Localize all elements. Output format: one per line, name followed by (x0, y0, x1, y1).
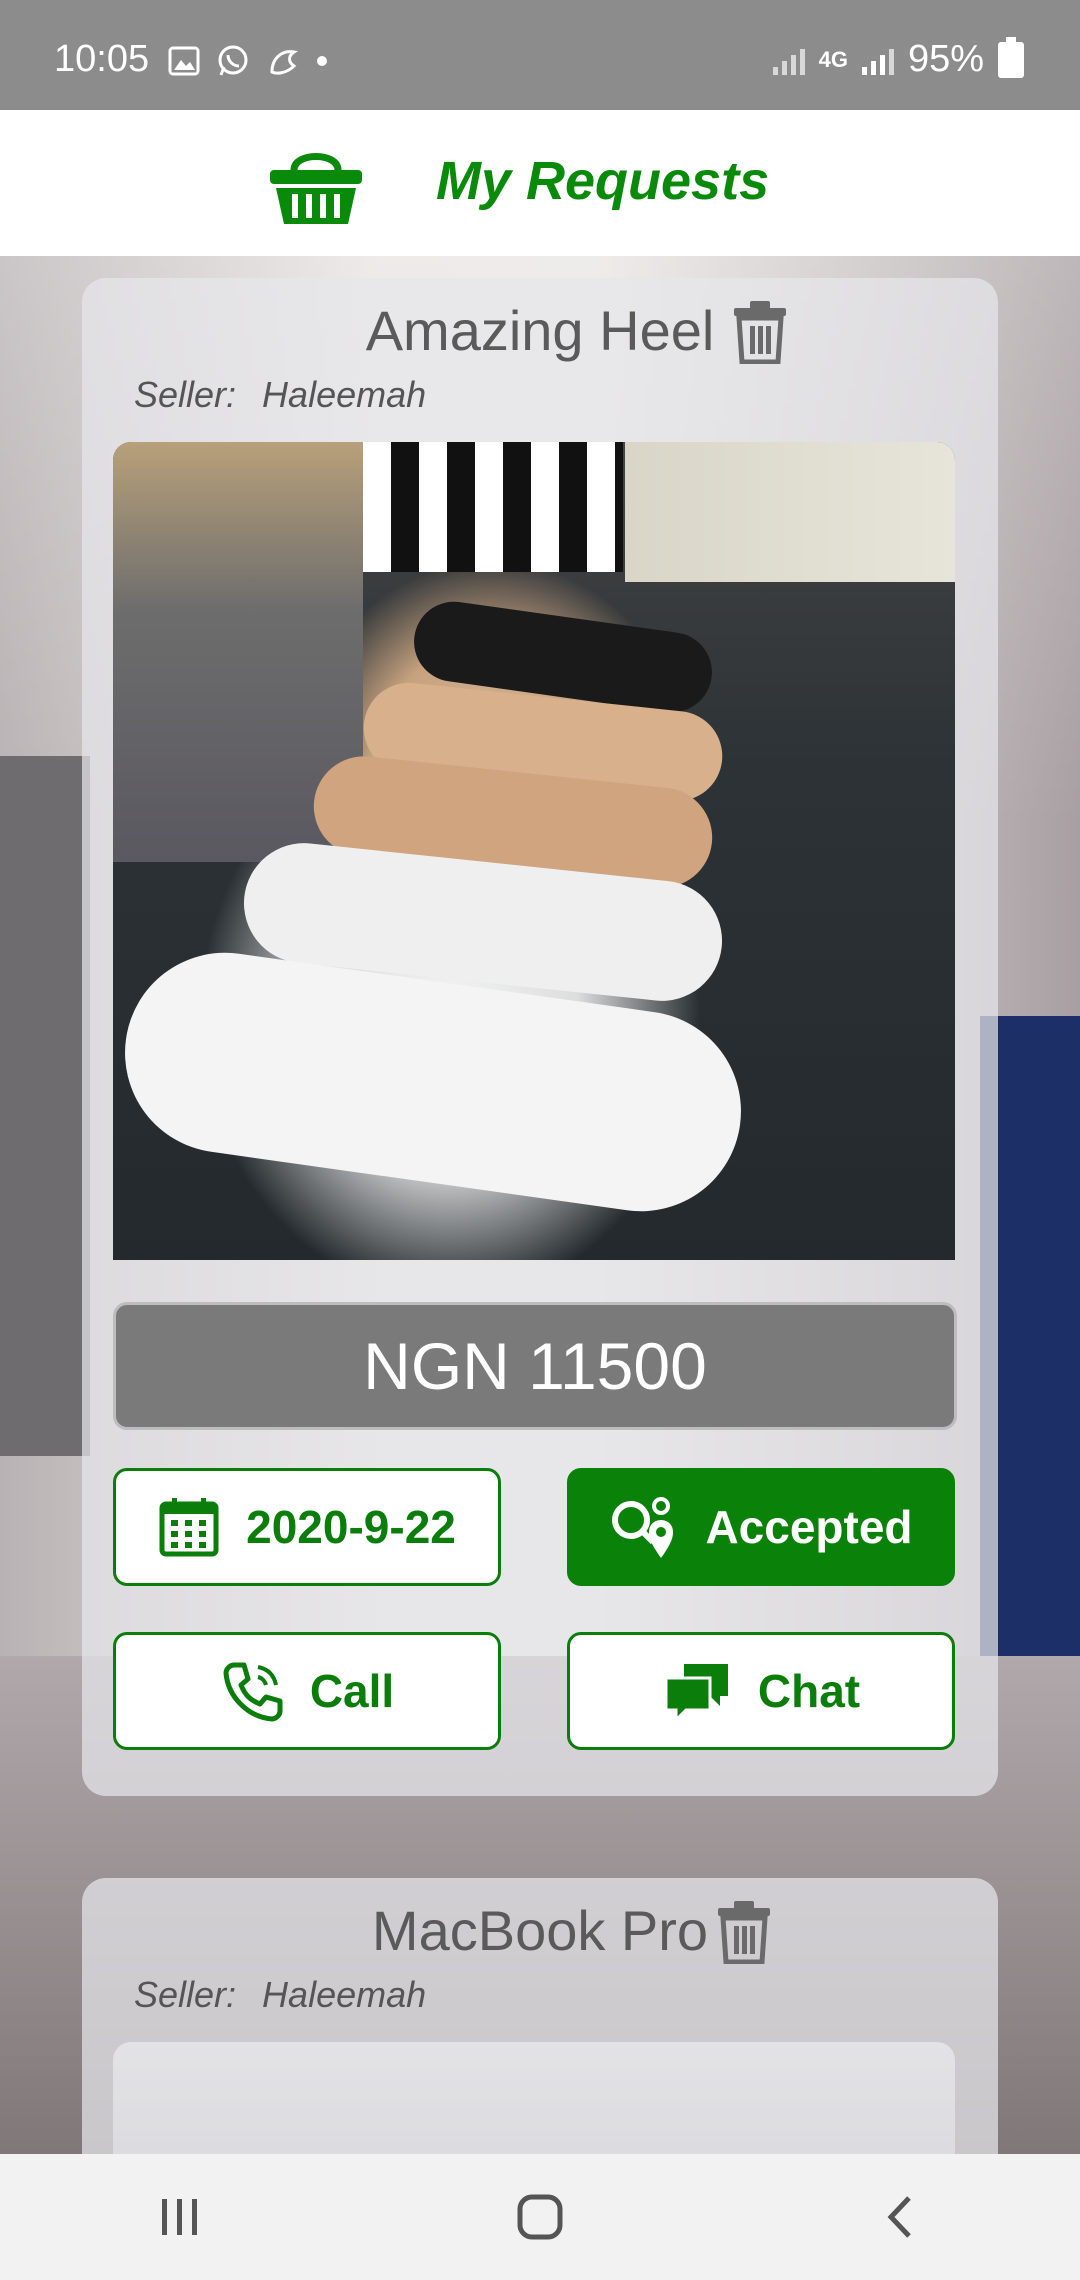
signal-icon (772, 45, 805, 75)
trash-icon[interactable] (732, 300, 788, 364)
back-icon (887, 2196, 911, 2238)
app-notification-icon (270, 50, 298, 75)
battery-icon (998, 36, 1024, 78)
whatsapp-icon (218, 45, 248, 76)
seller-info: Seller: Haleemah (134, 1974, 426, 2016)
product-title: Amazing Heel (365, 299, 715, 362)
phone-icon (223, 1662, 283, 1722)
notification-icons (168, 44, 328, 78)
seller-info: Seller: Haleemah (134, 374, 426, 416)
location-search-icon (612, 1497, 674, 1558)
chat-button[interactable]: Chat (567, 1632, 955, 1750)
home-icon (517, 2194, 563, 2240)
seller-label: Seller: (134, 374, 237, 415)
date-button[interactable]: 2020-9-22 (113, 1468, 501, 1586)
home-button[interactable] (480, 2177, 600, 2257)
call-label: Call (309, 1665, 395, 1717)
trash-icon[interactable] (716, 1900, 772, 1964)
product-title: MacBook Pro (371, 1899, 709, 1962)
date-label: 2020-9-22 (246, 1501, 456, 1553)
product-image (113, 442, 955, 1260)
seller-name: Haleemah (262, 1974, 427, 2015)
page-title: My Requests (436, 151, 770, 211)
basket-icon (270, 153, 362, 224)
status-button[interactable]: Accepted (567, 1468, 955, 1586)
network-type: 4G (818, 46, 848, 72)
app-header: My Requests (0, 110, 1080, 256)
chat-icon (664, 1664, 728, 1722)
seller-label: Seller: (134, 1974, 237, 2015)
calendar-icon (159, 1498, 219, 1557)
status-bar: 10:05 4G 95% (0, 0, 1080, 110)
price-display: NGN 11500 (113, 1302, 957, 1430)
recent-apps-icon (162, 2199, 197, 2235)
gallery-icon (168, 46, 200, 76)
recent-apps-button[interactable] (120, 2177, 240, 2257)
status-time: 10:05 (54, 38, 150, 80)
system-nav-bar (0, 2154, 1080, 2280)
request-card: Amazing Heel Seller: Haleemah NGN 11500 (82, 278, 998, 1796)
status-label: Accepted (705, 1501, 913, 1553)
status-right: 4G 95% (772, 36, 1024, 81)
battery-percent: 95% (907, 38, 984, 80)
call-button[interactable]: Call (113, 1632, 501, 1750)
seller-name: Haleemah (262, 374, 427, 415)
more-dot-icon (317, 56, 327, 66)
back-button[interactable] (840, 2177, 960, 2257)
signal-icon-2 (861, 45, 894, 75)
chat-label: Chat (757, 1665, 861, 1717)
